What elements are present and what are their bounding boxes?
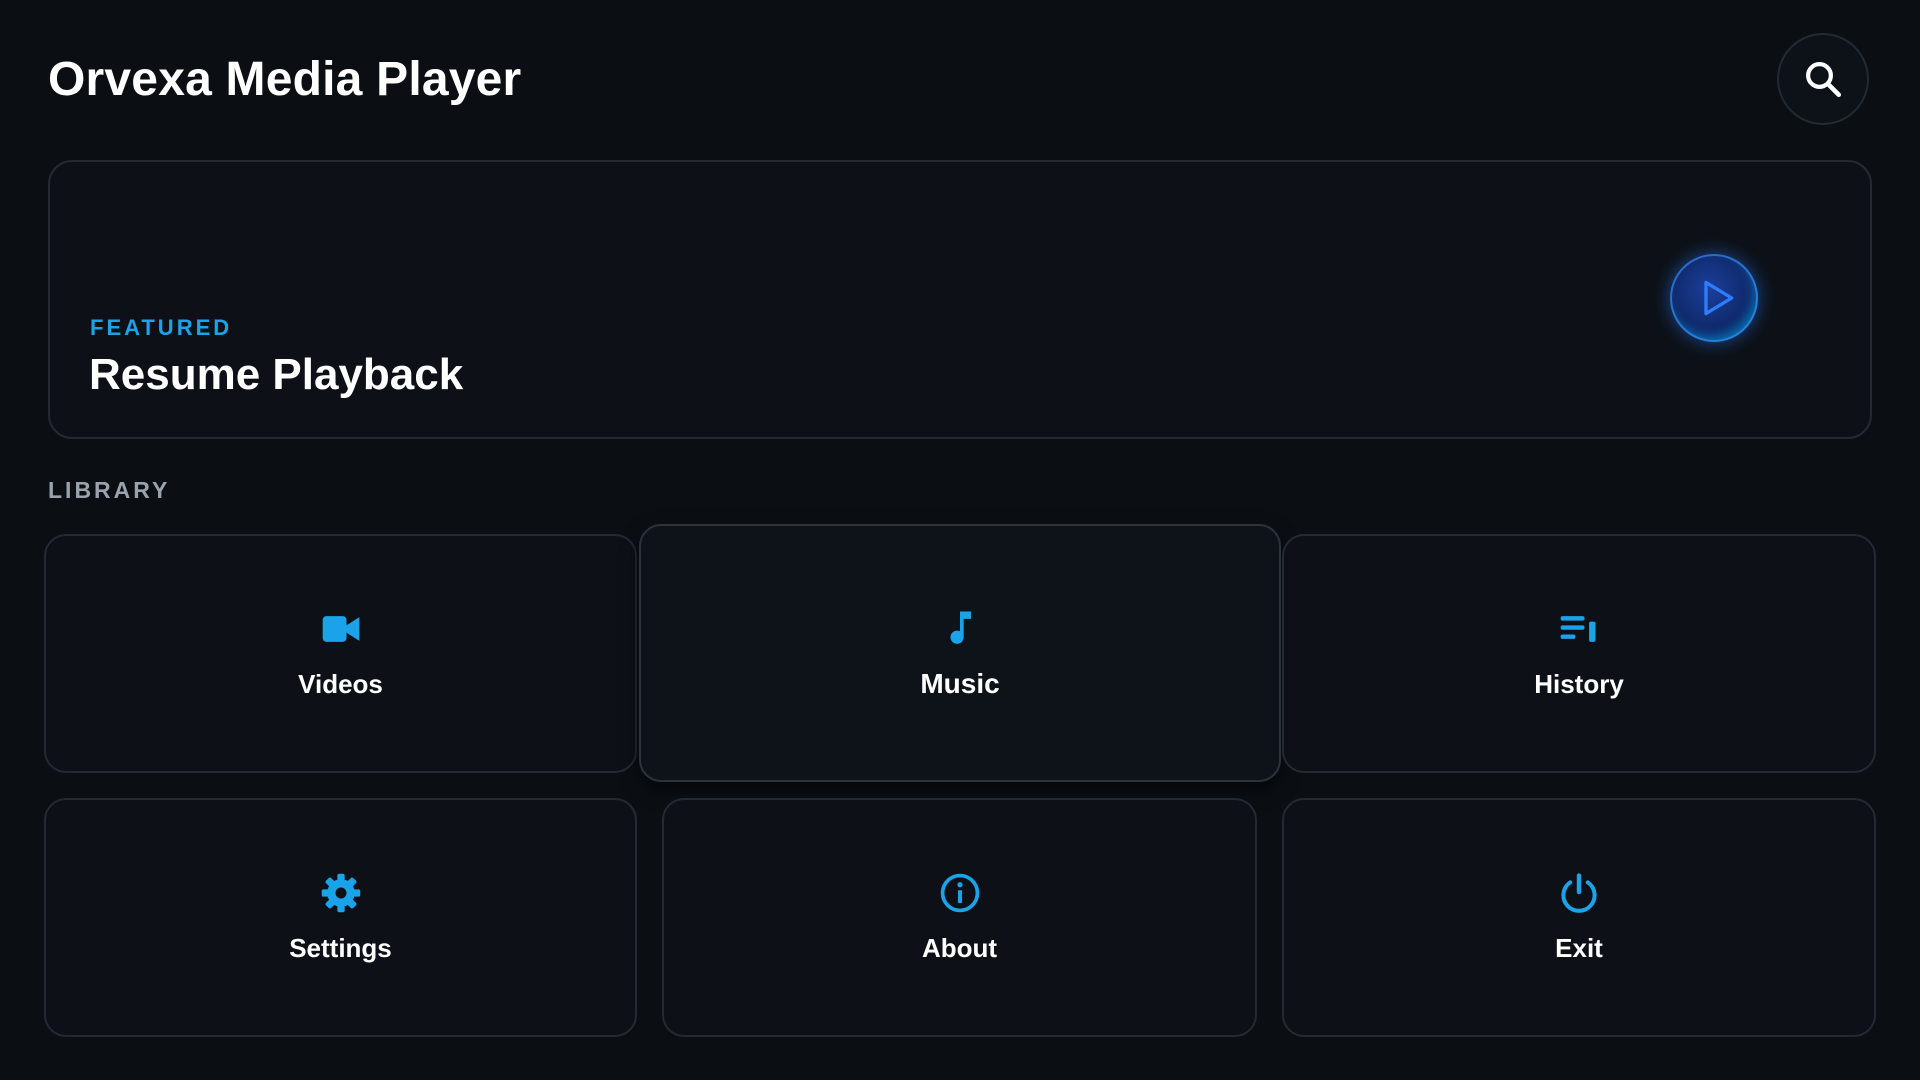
search-button[interactable] [1777,33,1869,125]
tile-label: Settings [289,933,392,963]
tile-label: About [921,933,998,963]
tile-videos[interactable]: Videos [44,534,637,773]
playlist-icon [1557,607,1601,651]
featured-title: Resume Playback [89,350,464,399]
tile-about[interactable]: About [662,798,1257,1037]
featured-kicker: FEATURED [90,315,233,340]
play-button[interactable] [1670,254,1758,342]
tile-music[interactable]: Music [639,524,1281,782]
search-icon [1806,62,1842,98]
app-title: Orvexa Media Player [48,53,522,106]
tile-label: Videos [298,669,383,699]
tile-history[interactable]: History [1282,534,1876,773]
music-note-icon [938,606,982,650]
tile-label: Exit [1555,933,1603,963]
gear-icon [319,871,363,915]
power-icon [1557,871,1601,915]
tile-label: History [1534,669,1624,699]
info-icon [938,871,982,915]
video-camera-icon [319,607,363,651]
tile-settings[interactable]: Settings [44,798,637,1037]
media-player-home: Orvexa Media Player FEATURED Resume Play… [0,0,1920,1080]
featured-card[interactable]: FEATURED Resume Playback [48,160,1872,439]
tile-exit[interactable]: Exit [1282,798,1876,1037]
library-section-label: LIBRARY [48,477,171,503]
tile-label: Music [920,668,1000,699]
play-icon [1704,280,1734,316]
